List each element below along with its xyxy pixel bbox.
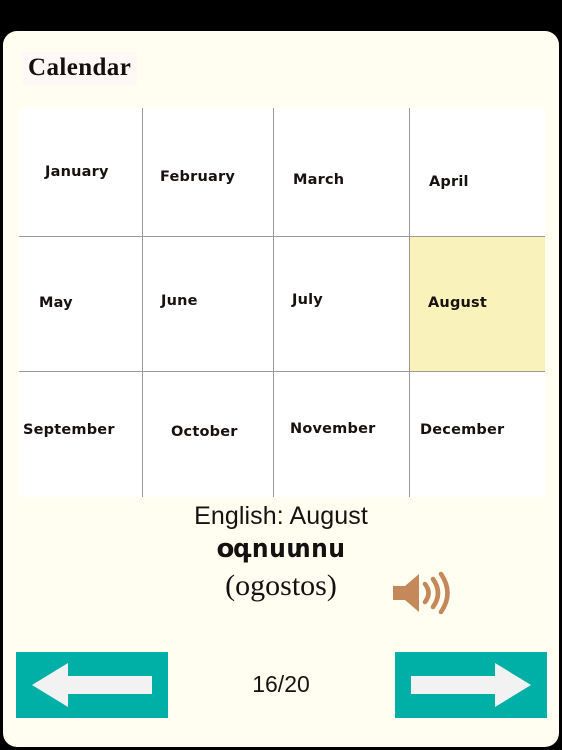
month-cell-august[interactable]: August: [410, 237, 545, 372]
month-label: December: [420, 422, 505, 438]
month-cell-february[interactable]: February: [143, 108, 274, 237]
month-cell-july[interactable]: July: [274, 237, 410, 372]
arrow-right-icon: [411, 663, 531, 707]
speaker-icon[interactable]: [389, 569, 451, 617]
calendar-month-grid: January February March April May June Ju…: [19, 108, 545, 497]
month-label: November: [290, 421, 376, 437]
month-label: August: [428, 295, 488, 311]
month-cell-december[interactable]: December: [410, 372, 545, 497]
native-word-line: օգոստոս: [216, 534, 346, 564]
status-bar: [0, 0, 562, 31]
romanization-line: (ogostos): [225, 569, 337, 602]
month-cell-march[interactable]: March: [274, 108, 410, 237]
month-label: March: [293, 172, 345, 188]
month-label: June: [161, 293, 198, 309]
month-cell-june[interactable]: June: [143, 237, 274, 372]
month-label: September: [23, 422, 115, 438]
month-label: May: [39, 295, 73, 311]
translation-panel: English: August օգոստոս (ogostos): [3, 501, 559, 617]
month-cell-april[interactable]: April: [410, 108, 545, 237]
month-label: July: [292, 292, 323, 308]
month-label: April: [429, 174, 469, 190]
month-cell-november[interactable]: November: [274, 372, 410, 497]
month-cell-september[interactable]: September: [19, 372, 143, 497]
month-label: October: [171, 424, 238, 440]
month-cell-january[interactable]: January: [19, 108, 143, 237]
month-cell-october[interactable]: October: [143, 372, 274, 497]
month-label: February: [160, 169, 235, 185]
app-card: Calendar January February March April Ma…: [3, 31, 559, 747]
english-translation-line: English: August: [194, 502, 368, 530]
page-title: Calendar: [22, 52, 138, 86]
romanization-row: (ogostos): [3, 566, 559, 617]
month-label: January: [45, 164, 109, 180]
next-button[interactable]: [395, 652, 547, 718]
month-cell-may[interactable]: May: [19, 237, 143, 372]
